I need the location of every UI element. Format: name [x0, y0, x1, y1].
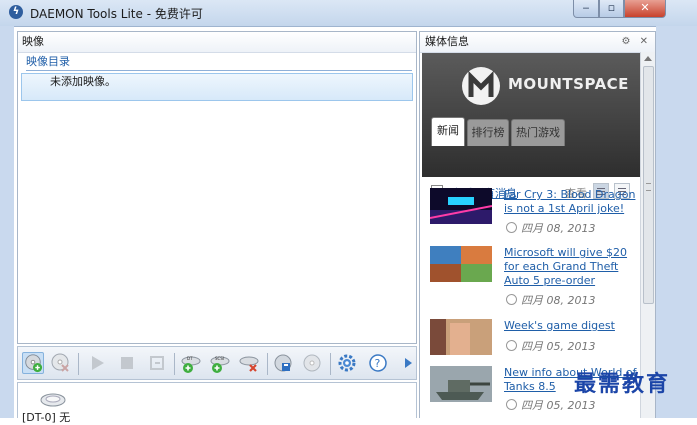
images-panel: 映像 映像目录 未添加映像。	[17, 31, 417, 344]
toolbar-separator	[267, 353, 268, 375]
news-title-link[interactable]: Week's game digest	[504, 319, 638, 333]
tab-popular-games[interactable]: 热门游戏	[511, 119, 565, 146]
watermark-text: 最需教育	[574, 371, 671, 397]
add-scsi-drive-button[interactable]: SCSI	[209, 352, 231, 374]
main-toolbar: DT SCSI ?	[17, 346, 417, 380]
news-thumbnail[interactable]	[430, 366, 492, 402]
unmount-all-button[interactable]	[146, 352, 168, 374]
news-title-link[interactable]: Microsoft will give $20 for each Grand T…	[504, 246, 638, 288]
media-info-title: 媒体信息	[425, 35, 469, 48]
toolbar-separator	[174, 353, 175, 375]
clock-icon	[506, 399, 517, 410]
stop-button[interactable]	[116, 352, 138, 374]
close-button[interactable]: ✕	[624, 0, 666, 18]
media-info-header: 媒体信息 ⚙ ✕	[420, 32, 655, 53]
svg-text:SCSI: SCSI	[215, 356, 224, 361]
news-thumbnail[interactable]	[430, 188, 492, 224]
window-title: DAEMON Tools Lite - 免费许可	[30, 7, 203, 21]
add-image-button[interactable]	[22, 352, 44, 374]
clock-icon	[506, 294, 517, 305]
clock-icon	[506, 340, 517, 351]
clock-icon	[506, 222, 517, 233]
scrollbar-thumb[interactable]	[643, 66, 654, 304]
stop-icon	[121, 357, 133, 369]
virtual-drives-panel: [DT-0] 无	[17, 382, 417, 424]
add-dt-drive-icon: DT	[181, 356, 201, 373]
minimize-button[interactable]: ‒	[573, 0, 599, 18]
add-scsi-drive-icon: SCSI	[210, 356, 230, 373]
create-image-button[interactable]	[272, 352, 294, 374]
remove-image-icon	[51, 353, 69, 372]
gear-icon	[338, 354, 356, 372]
virtual-drive-icon[interactable]	[39, 391, 67, 409]
mountspace-banner: MOUNTSPACE 新闻 排行榜 热门游戏	[422, 53, 642, 177]
tab-news[interactable]: 新闻	[431, 117, 465, 146]
news-date: 四月 08, 2013	[506, 220, 595, 236]
mount-button[interactable]	[86, 352, 108, 374]
help-button[interactable]: ?	[367, 352, 389, 374]
add-image-icon	[25, 354, 43, 373]
remove-drive-icon	[239, 356, 259, 372]
remove-image-button[interactable]	[49, 352, 71, 374]
tab-ranking[interactable]: 排行榜	[467, 119, 509, 146]
burn-disc-button[interactable]	[301, 352, 323, 374]
news-title-link[interactable]: Far Cry 3: Blood Dragon is not a 1st Apr…	[504, 188, 638, 216]
media-info-panel: 媒体信息 ⚙ ✕ MOUNTSPACE 新闻 排行榜 热门游戏 查看所有消息 查…	[419, 31, 656, 418]
news-thumbnail[interactable]	[430, 246, 492, 282]
news-date: 四月 05, 2013	[506, 338, 595, 354]
news-thumbnail[interactable]	[430, 319, 492, 355]
media-panel-scrollbar[interactable]	[640, 52, 655, 418]
image-list-item[interactable]: 未添加映像。	[21, 73, 413, 101]
play-icon	[92, 356, 104, 370]
window-frame-right	[656, 26, 697, 418]
disc-icon	[303, 354, 321, 372]
help-icon: ?	[369, 354, 387, 372]
virtual-drive-label[interactable]: [DT-0] 无	[22, 409, 70, 425]
toolbar-separator	[330, 353, 331, 375]
disc-save-icon	[274, 354, 292, 372]
title-bar: ϟ DAEMON Tools Lite - 免费许可 ‒ ▫ ✕	[0, 0, 697, 27]
group-divider	[26, 70, 412, 71]
images-panel-header: 映像	[18, 32, 416, 53]
image-catalog-group[interactable]: 映像目录	[26, 55, 416, 69]
scroll-up-arrow-icon[interactable]	[644, 56, 652, 61]
svg-text:DT: DT	[187, 356, 193, 361]
news-date: 四月 08, 2013	[506, 292, 595, 308]
daemon-tools-icon: ϟ	[9, 5, 23, 19]
add-dt-drive-button[interactable]: DT	[180, 352, 202, 374]
scrollbar-grip-icon	[646, 183, 651, 191]
maximize-button[interactable]: ▫	[599, 0, 624, 18]
news-date: 四月 05, 2013	[506, 397, 595, 413]
toolbar-separator	[78, 353, 79, 375]
mountspace-logo-icon	[462, 67, 500, 105]
remove-drive-button[interactable]	[238, 352, 260, 374]
panel-header-icons[interactable]: ⚙ ✕	[621, 32, 651, 52]
mountspace-logo-text: MOUNTSPACE	[508, 75, 629, 93]
window-frame-left	[0, 26, 14, 418]
svg-text:?: ?	[375, 357, 381, 370]
toolbar-more-arrow-icon[interactable]	[405, 358, 412, 368]
preferences-button[interactable]	[336, 352, 358, 374]
unmount-icon	[150, 356, 164, 370]
